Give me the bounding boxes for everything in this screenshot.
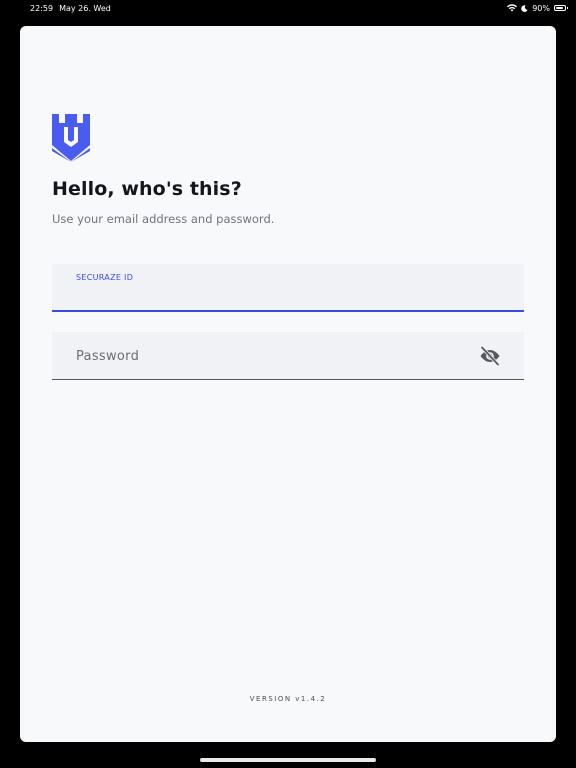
login-card: Hello, who's this? Use your email addres… bbox=[20, 26, 556, 742]
battery-fill bbox=[556, 7, 564, 9]
password-field[interactable] bbox=[52, 332, 524, 380]
securaze-id-input[interactable] bbox=[76, 286, 496, 304]
battery-percent: 90% bbox=[532, 3, 550, 13]
page-title: Hello, who's this? bbox=[52, 178, 242, 200]
status-time: 22:59 bbox=[30, 3, 54, 13]
page-subtitle: Use your email address and password. bbox=[52, 212, 275, 226]
securaze-id-label: SECURAZE ID bbox=[76, 273, 134, 282]
securaze-id-field[interactable]: SECURAZE ID bbox=[52, 264, 524, 312]
moon-icon bbox=[521, 4, 528, 12]
eye-off-icon[interactable] bbox=[478, 346, 502, 366]
battery-icon bbox=[554, 5, 568, 11]
shield-castle-icon bbox=[52, 114, 90, 162]
status-date: May 26. Wed bbox=[59, 3, 111, 13]
status-right: 90% bbox=[507, 3, 568, 13]
version-label: VERSION v1.4.2 bbox=[249, 695, 327, 703]
home-indicator[interactable] bbox=[200, 758, 376, 762]
password-input[interactable] bbox=[76, 347, 496, 365]
wifi-icon bbox=[507, 4, 518, 12]
status-left: 22:59 May 26. Wed bbox=[30, 4, 111, 13]
status-bar: 22:59 May 26. Wed 90% bbox=[0, 0, 576, 16]
